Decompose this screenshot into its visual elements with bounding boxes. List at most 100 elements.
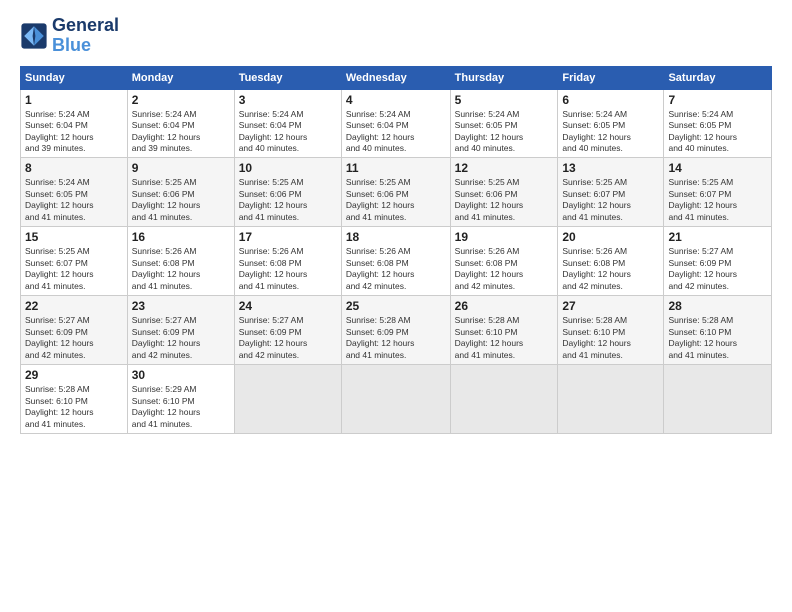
table-row	[558, 365, 664, 434]
day-number: 16	[132, 230, 230, 244]
table-row: 10 Sunrise: 5:25 AMSunset: 6:06 PMDayligh…	[234, 158, 341, 227]
day-info: Sunrise: 5:26 AMSunset: 6:08 PMDaylight:…	[346, 246, 446, 292]
table-row: 30 Sunrise: 5:29 AMSunset: 6:10 PMDayligh…	[127, 365, 234, 434]
day-info: Sunrise: 5:25 AMSunset: 6:07 PMDaylight:…	[562, 177, 659, 223]
day-number: 24	[239, 299, 337, 313]
table-row: 17Sunrise: 5:26 AMSunset: 6:08 PMDayligh…	[234, 227, 341, 296]
table-row: 13 Sunrise: 5:25 AMSunset: 6:07 PMDayligh…	[558, 158, 664, 227]
day-number: 29	[25, 368, 123, 382]
col-wednesday: Wednesday	[341, 66, 450, 89]
day-number: 9	[132, 161, 230, 175]
day-number: 11	[346, 161, 446, 175]
day-info: Sunrise: 5:27 AMSunset: 6:09 PMDaylight:…	[668, 246, 767, 292]
day-info: Sunrise: 5:26 AMSunset: 6:08 PMDaylight:…	[132, 246, 230, 292]
table-row: 27Sunrise: 5:28 AMSunset: 6:10 PMDayligh…	[558, 296, 664, 365]
day-info: Sunrise: 5:27 AMSunset: 6:09 PMDaylight:…	[239, 315, 337, 361]
day-info: Sunrise: 5:25 AMSunset: 6:06 PMDaylight:…	[132, 177, 230, 223]
day-number: 18	[346, 230, 446, 244]
table-row: 28 Sunrise: 5:28 AMSunset: 6:10 PMDayligh…	[664, 296, 772, 365]
day-number: 20	[562, 230, 659, 244]
table-row: 15 Sunrise: 5:25 AMSunset: 6:07 PMDayligh…	[21, 227, 128, 296]
logo: GeneralBlue	[20, 16, 119, 56]
day-info: Sunrise: 5:25 AMSunset: 6:06 PMDaylight:…	[346, 177, 446, 223]
day-number: 17	[239, 230, 337, 244]
day-info: Sunrise: 5:24 AMSunset: 6:04 PMDaylight:…	[239, 109, 337, 155]
day-number: 26	[455, 299, 554, 313]
table-row: 23 Sunrise: 5:27 AMSunset: 6:09 PMDayligh…	[127, 296, 234, 365]
day-info: Sunrise: 5:24 AMSunset: 6:04 PMDaylight:…	[25, 109, 123, 155]
day-info: Sunrise: 5:27 AMSunset: 6:09 PMDaylight:…	[25, 315, 123, 361]
col-friday: Friday	[558, 66, 664, 89]
day-number: 1	[25, 93, 123, 107]
table-row: 22 Sunrise: 5:27 AMSunset: 6:09 PMDayligh…	[21, 296, 128, 365]
table-row	[341, 365, 450, 434]
table-row: 21 Sunrise: 5:27 AMSunset: 6:09 PMDayligh…	[664, 227, 772, 296]
table-row: 24 Sunrise: 5:27 AMSunset: 6:09 PMDayligh…	[234, 296, 341, 365]
day-info: Sunrise: 5:28 AMSunset: 6:10 PMDaylight:…	[25, 384, 123, 430]
col-tuesday: Tuesday	[234, 66, 341, 89]
day-number: 10	[239, 161, 337, 175]
day-info: Sunrise: 5:28 AMSunset: 6:10 PMDaylight:…	[668, 315, 767, 361]
day-info: Sunrise: 5:25 AMSunset: 6:07 PMDaylight:…	[668, 177, 767, 223]
day-number: 21	[668, 230, 767, 244]
day-number: 2	[132, 93, 230, 107]
table-row: 1 Sunrise: 5:24 AMSunset: 6:04 PMDaylight…	[21, 89, 128, 158]
day-info: Sunrise: 5:28 AMSunset: 6:10 PMDaylight:…	[455, 315, 554, 361]
calendar-table: Sunday Monday Tuesday Wednesday Thursday…	[20, 66, 772, 434]
day-info: Sunrise: 5:24 AMSunset: 6:05 PMDaylight:…	[455, 109, 554, 155]
table-row: 5 Sunrise: 5:24 AMSunset: 6:05 PMDaylight…	[450, 89, 558, 158]
day-info: Sunrise: 5:24 AMSunset: 6:04 PMDaylight:…	[346, 109, 446, 155]
day-info: Sunrise: 5:27 AMSunset: 6:09 PMDaylight:…	[132, 315, 230, 361]
table-row: 4 Sunrise: 5:24 AMSunset: 6:04 PMDaylight…	[341, 89, 450, 158]
day-number: 8	[25, 161, 123, 175]
day-number: 23	[132, 299, 230, 313]
day-number: 3	[239, 93, 337, 107]
day-info: Sunrise: 5:25 AMSunset: 6:06 PMDaylight:…	[239, 177, 337, 223]
calendar-page: GeneralBlue Sunday Monday Tuesday Wednes…	[0, 0, 792, 612]
day-number: 5	[455, 93, 554, 107]
day-info: Sunrise: 5:25 AMSunset: 6:07 PMDaylight:…	[25, 246, 123, 292]
day-info: Sunrise: 5:24 AMSunset: 6:05 PMDaylight:…	[25, 177, 123, 223]
table-row: 2 Sunrise: 5:24 AMSunset: 6:04 PMDaylight…	[127, 89, 234, 158]
col-monday: Monday	[127, 66, 234, 89]
day-info: Sunrise: 5:24 AMSunset: 6:05 PMDaylight:…	[562, 109, 659, 155]
day-info: Sunrise: 5:25 AMSunset: 6:06 PMDaylight:…	[455, 177, 554, 223]
day-number: 28	[668, 299, 767, 313]
table-row	[450, 365, 558, 434]
table-row	[664, 365, 772, 434]
day-number: 25	[346, 299, 446, 313]
day-info: Sunrise: 5:24 AMSunset: 6:04 PMDaylight:…	[132, 109, 230, 155]
day-info: Sunrise: 5:26 AMSunset: 6:08 PMDaylight:…	[455, 246, 554, 292]
day-info: Sunrise: 5:28 AMSunset: 6:09 PMDaylight:…	[346, 315, 446, 361]
day-info: Sunrise: 5:26 AMSunset: 6:08 PMDaylight:…	[562, 246, 659, 292]
table-row: 11 Sunrise: 5:25 AMSunset: 6:06 PMDayligh…	[341, 158, 450, 227]
table-row: 18 Sunrise: 5:26 AMSunset: 6:08 PMDayligh…	[341, 227, 450, 296]
col-thursday: Thursday	[450, 66, 558, 89]
day-info: Sunrise: 5:29 AMSunset: 6:10 PMDaylight:…	[132, 384, 230, 430]
day-number: 13	[562, 161, 659, 175]
table-row: 7 Sunrise: 5:24 AMSunset: 6:05 PMDaylight…	[664, 89, 772, 158]
day-number: 12	[455, 161, 554, 175]
day-number: 30	[132, 368, 230, 382]
table-row: 19 Sunrise: 5:26 AMSunset: 6:08 PMDayligh…	[450, 227, 558, 296]
table-row: 14Sunrise: 5:25 AMSunset: 6:07 PMDayligh…	[664, 158, 772, 227]
logo-text: GeneralBlue	[52, 16, 119, 56]
table-row	[234, 365, 341, 434]
header-row: Sunday Monday Tuesday Wednesday Thursday…	[21, 66, 772, 89]
day-number: 27	[562, 299, 659, 313]
day-number: 7	[668, 93, 767, 107]
table-row: 25 Sunrise: 5:28 AMSunset: 6:09 PMDayligh…	[341, 296, 450, 365]
day-number: 19	[455, 230, 554, 244]
col-sunday: Sunday	[21, 66, 128, 89]
logo-icon	[20, 22, 48, 50]
table-row: 20 Sunrise: 5:26 AMSunset: 6:08 PMDayligh…	[558, 227, 664, 296]
table-row: 9 Sunrise: 5:25 AMSunset: 6:06 PMDaylight…	[127, 158, 234, 227]
day-number: 4	[346, 93, 446, 107]
day-info: Sunrise: 5:24 AMSunset: 6:05 PMDaylight:…	[668, 109, 767, 155]
table-row: 12 Sunrise: 5:25 AMSunset: 6:06 PMDayligh…	[450, 158, 558, 227]
day-number: 6	[562, 93, 659, 107]
table-row: 3 Sunrise: 5:24 AMSunset: 6:04 PMDaylight…	[234, 89, 341, 158]
header: GeneralBlue	[20, 16, 772, 56]
day-number: 15	[25, 230, 123, 244]
day-number: 22	[25, 299, 123, 313]
